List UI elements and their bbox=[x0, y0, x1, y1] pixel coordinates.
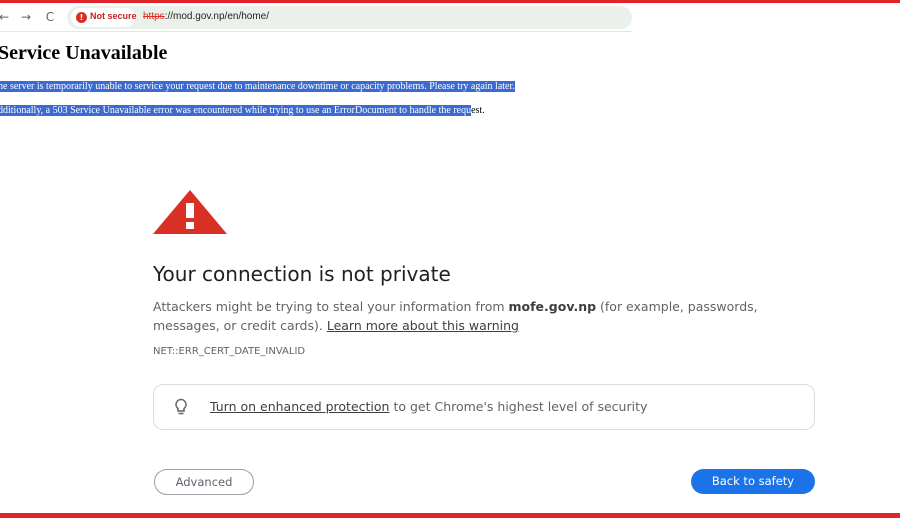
error-code: NET::ERR_CERT_DATE_INVALID bbox=[153, 346, 306, 357]
browser-toolbar: ← → C ! Not secure https://mod.gov.np/en… bbox=[0, 3, 632, 32]
body-prefix: Attackers might be trying to steal your … bbox=[153, 299, 509, 314]
protection-description: to get Chrome's highest level of securit… bbox=[389, 399, 648, 414]
selected-text: dditionally, a 503 Service Unavailable e… bbox=[0, 105, 472, 116]
url-text[interactable]: https://mod.gov.np/en/home/ bbox=[143, 11, 269, 22]
advanced-button[interactable]: Advanced bbox=[154, 469, 254, 495]
back-to-safety-button[interactable]: Back to safety bbox=[691, 469, 815, 494]
interstitial-body: Attackers might be trying to steal your … bbox=[153, 297, 793, 335]
unselected-text: est. bbox=[471, 105, 485, 116]
error-paragraph: he server is temporarily unable to servi… bbox=[0, 80, 515, 93]
security-chip-label: Not secure bbox=[90, 11, 137, 21]
learn-more-link[interactable]: Learn more about this warning bbox=[327, 318, 519, 333]
address-bar[interactable]: ! Not secure https://mod.gov.np/en/home/ bbox=[67, 6, 632, 29]
reload-icon[interactable]: C bbox=[42, 9, 58, 25]
domain-name: mofe.gov.np bbox=[508, 299, 597, 314]
enhanced-protection-box: Turn on enhanced protection to get Chrom… bbox=[153, 384, 815, 430]
errordocument-paragraph: dditionally, a 503 Service Unavailable e… bbox=[0, 104, 485, 117]
selected-text: he server is temporarily unable to servi… bbox=[0, 81, 515, 92]
lightbulb-icon bbox=[175, 398, 187, 415]
interstitial-heading: Your connection is not private bbox=[153, 262, 451, 286]
enhanced-protection-text: Turn on enhanced protection to get Chrom… bbox=[210, 399, 647, 414]
url-path: ://mod.gov.np/en/home/ bbox=[164, 11, 270, 22]
page-title: Service Unavailable bbox=[0, 42, 168, 64]
back-arrow-icon[interactable]: ← bbox=[0, 9, 12, 25]
forward-arrow-icon[interactable]: → bbox=[18, 9, 34, 25]
security-chip[interactable]: ! Not secure bbox=[71, 8, 137, 27]
bottom-red-border bbox=[0, 513, 900, 518]
not-secure-icon: ! bbox=[76, 12, 87, 23]
warning-triangle-icon bbox=[153, 190, 227, 234]
enhanced-protection-link[interactable]: Turn on enhanced protection bbox=[210, 399, 389, 414]
url-scheme: https bbox=[143, 11, 165, 22]
